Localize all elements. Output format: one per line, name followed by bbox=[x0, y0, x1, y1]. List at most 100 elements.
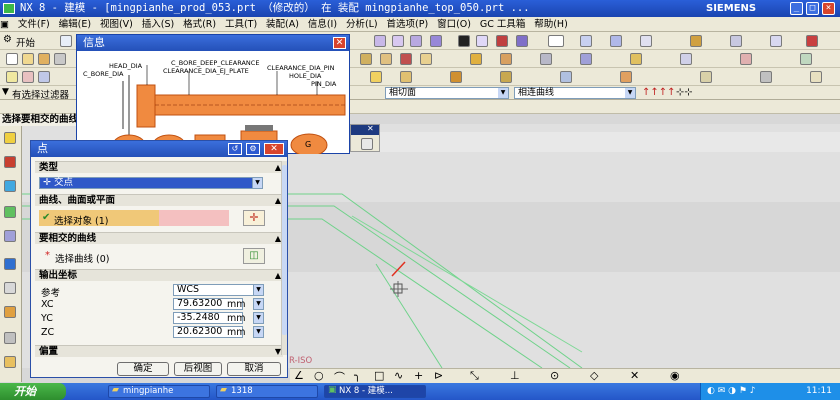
start-button[interactable]: 开始 bbox=[16, 35, 35, 49]
xc-spinner[interactable]: ▼ bbox=[253, 298, 264, 310]
pattern-icon[interactable] bbox=[580, 53, 592, 65]
datum-axis-icon[interactable] bbox=[400, 71, 412, 83]
snap-quadrant-icon[interactable]: ◇ bbox=[590, 369, 598, 382]
surface-icon[interactable] bbox=[560, 71, 572, 83]
cancel-button[interactable]: 取消 bbox=[227, 362, 281, 376]
snap-intersection-icon[interactable]: ✕ bbox=[630, 369, 639, 382]
view-iso-icon[interactable] bbox=[392, 35, 404, 47]
history-icon[interactable] bbox=[4, 258, 16, 270]
side-panel-close-icon[interactable]: ✕ bbox=[367, 124, 374, 133]
menu-insert[interactable]: 插入(S) bbox=[139, 17, 177, 32]
extrude-icon[interactable] bbox=[22, 53, 34, 65]
menu-format[interactable]: 格式(R) bbox=[180, 17, 219, 32]
menu-analysis[interactable]: 分析(L) bbox=[343, 17, 381, 32]
task-folder-mingpianhe[interactable]: mingpianhe bbox=[108, 385, 210, 398]
snap-view-icon[interactable] bbox=[580, 35, 592, 47]
roles-icon[interactable] bbox=[4, 332, 16, 344]
thread-icon[interactable] bbox=[760, 71, 772, 83]
sketch-plane-icon[interactable] bbox=[6, 53, 18, 65]
select-object-field[interactable]: ✔ 选择对象 (1) bbox=[39, 210, 159, 227]
info-close-icon[interactable]: ✕ bbox=[333, 37, 346, 49]
datum-csys-icon[interactable] bbox=[450, 71, 462, 83]
system-materials-icon[interactable] bbox=[4, 282, 16, 294]
mirror-icon[interactable] bbox=[630, 53, 642, 65]
background-icon[interactable] bbox=[516, 35, 528, 47]
trim-body-icon[interactable] bbox=[470, 53, 482, 65]
layer-box-icon[interactable] bbox=[548, 35, 564, 47]
snap-arrows-icon[interactable]: ↑↑↑↑ bbox=[642, 87, 676, 98]
sketch-icon[interactable] bbox=[690, 35, 702, 47]
process-studio-icon[interactable] bbox=[4, 306, 16, 318]
select-curve-icon[interactable]: ◫ bbox=[243, 248, 265, 264]
edge-blend-icon[interactable] bbox=[400, 53, 412, 65]
hole-icon[interactable] bbox=[54, 53, 66, 65]
sweep-icon[interactable] bbox=[500, 71, 512, 83]
sketch-spline-icon[interactable]: ∿ bbox=[394, 369, 403, 382]
replace-face-icon[interactable] bbox=[800, 53, 812, 65]
menu-help[interactable]: 帮助(H) bbox=[531, 17, 571, 32]
yc-spinner[interactable]: ▼ bbox=[253, 312, 264, 324]
system-scene-icon[interactable] bbox=[4, 356, 16, 368]
chevron-down-icon[interactable]: ▼ bbox=[253, 284, 264, 296]
web-browser-icon[interactable] bbox=[4, 230, 16, 242]
boolean-subtract-icon[interactable] bbox=[380, 53, 392, 65]
new-file-icon[interactable] bbox=[60, 35, 72, 47]
section-type[interactable]: 类型 ▲ bbox=[35, 161, 283, 173]
measure-icon[interactable] bbox=[730, 35, 742, 47]
sketch-offset-icon[interactable]: ⊳ bbox=[434, 369, 443, 382]
point-dialog-title-bar[interactable]: 点 ↺ ⚙ ✕ bbox=[31, 141, 287, 157]
view-front-icon[interactable] bbox=[410, 35, 422, 47]
menu-view[interactable]: 视图(V) bbox=[97, 17, 136, 32]
split-body-icon[interactable] bbox=[500, 53, 512, 65]
back-view-button[interactable]: 后视图 bbox=[174, 362, 222, 376]
part-navigator-icon[interactable] bbox=[4, 180, 16, 192]
move-face-icon[interactable] bbox=[740, 53, 752, 65]
revolve-icon[interactable] bbox=[38, 53, 50, 65]
assembly-navigator-icon[interactable] bbox=[4, 132, 16, 144]
face-rule-combo[interactable]: 相连曲线 ▼ bbox=[514, 87, 636, 99]
type-select[interactable]: ✛ 交点 bbox=[39, 177, 261, 189]
draft-icon[interactable] bbox=[700, 71, 712, 83]
snap-midpoint-icon[interactable]: ⊥ bbox=[510, 369, 520, 382]
section-offset[interactable]: 偏置 ▼ bbox=[35, 345, 283, 357]
list-icon[interactable] bbox=[361, 138, 373, 150]
minimize-button[interactable]: _ bbox=[790, 2, 803, 15]
scrollbar-thumb[interactable] bbox=[282, 165, 287, 335]
view-top-icon[interactable] bbox=[430, 35, 442, 47]
sketch-point-icon[interactable]: + bbox=[414, 369, 423, 382]
chevron-down-icon[interactable]: ▼ bbox=[252, 177, 263, 189]
line-icon[interactable] bbox=[22, 71, 34, 83]
tray-icons[interactable]: ◐ ✉ ◑ ⚑ ♪ bbox=[707, 383, 756, 400]
datum-plane-icon[interactable] bbox=[370, 71, 382, 83]
dialog-close-icon[interactable]: ✕ bbox=[264, 143, 284, 155]
select-object-crosshair-icon[interactable]: ✛ bbox=[243, 210, 265, 226]
menu-window[interactable]: 窗口(O) bbox=[434, 17, 474, 32]
snap-center-icon[interactable]: ⊙ bbox=[550, 369, 559, 382]
wcs-icon[interactable] bbox=[640, 35, 652, 47]
section-intersect-curve[interactable]: 要相交的曲线 ▲ bbox=[35, 232, 283, 244]
maximize-button[interactable]: □ bbox=[806, 2, 819, 15]
task-nx8[interactable]: NX 8 - 建模... bbox=[324, 385, 426, 398]
chamfer-icon[interactable] bbox=[420, 53, 432, 65]
analysis-icon[interactable] bbox=[770, 35, 782, 47]
dialog-scrollbar[interactable] bbox=[281, 161, 287, 355]
sketch-circle-icon[interactable]: ○ bbox=[314, 369, 324, 382]
zc-spinner[interactable]: ▼ bbox=[253, 326, 264, 338]
edge-display-icon[interactable] bbox=[496, 35, 508, 47]
section-output-coords[interactable]: 输出坐标 ▲ bbox=[35, 269, 283, 281]
reference-select[interactable]: WCS bbox=[173, 284, 255, 296]
select-curve-field[interactable]: * 选择曲线 (0) bbox=[39, 248, 239, 265]
menu-assembly[interactable]: 装配(A) bbox=[263, 17, 302, 32]
sketch-line-icon[interactable]: ∠ bbox=[294, 369, 304, 382]
close-button[interactable]: × bbox=[822, 2, 835, 15]
menu-tools[interactable]: 工具(T) bbox=[222, 17, 260, 32]
ok-button[interactable]: 确定 bbox=[117, 362, 169, 376]
reuse-library-icon[interactable] bbox=[4, 206, 16, 218]
reset-icon[interactable]: ↺ bbox=[228, 143, 242, 155]
snap-existing-icon[interactable]: ◉ bbox=[670, 369, 680, 382]
snap-endpoint-icon[interactable]: ⤡ bbox=[470, 369, 479, 383]
section-curves[interactable]: 曲线、曲面或平面 ▲ bbox=[35, 194, 283, 206]
offset-face-icon[interactable] bbox=[540, 53, 552, 65]
arc-icon[interactable] bbox=[38, 71, 50, 83]
shaded-icon[interactable] bbox=[476, 35, 488, 47]
